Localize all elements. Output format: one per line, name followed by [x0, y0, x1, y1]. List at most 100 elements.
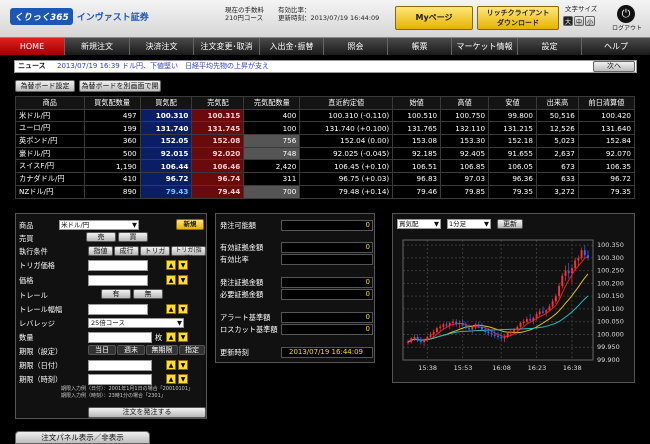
candle-body [426, 337, 429, 340]
logo[interactable]: くりっく365 インヴァスト証券 [10, 7, 149, 25]
cell: 79.35 [488, 184, 537, 199]
time-up-button[interactable]: ▲ [166, 374, 176, 384]
sell-button[interactable]: 売 [86, 232, 116, 242]
nav-close-order[interactable]: 決済注文 [130, 38, 194, 55]
nav-settings[interactable]: 設定 [518, 38, 582, 55]
period-weekend-button[interactable]: 週末 [117, 345, 145, 355]
rich-client-download-button[interactable]: リッチクライアント ダウンロード [477, 6, 559, 30]
time-down-button[interactable]: ▼ [178, 374, 188, 384]
submit-order-button[interactable]: 注文を発注する [88, 407, 206, 418]
rich-client-label-2: ダウンロード [497, 19, 539, 27]
exec-label: 執行条件 [19, 247, 48, 256]
period-date-input[interactable] [88, 360, 152, 371]
news-next-button[interactable]: 次へ [593, 61, 635, 72]
news-label: ニュース [18, 62, 46, 70]
nav-home[interactable]: HOME [0, 38, 65, 55]
col-bid: 買気配 [139, 96, 193, 110]
board-settings-button[interactable]: 為替ボード設定 [15, 80, 75, 92]
qty-down-button[interactable]: ▼ [178, 332, 188, 342]
font-size-small[interactable]: 小 [585, 16, 595, 26]
table-row[interactable]: NZドル/円 890 79.43 79.44 700 79.48 (+0.14) 79.46… [15, 184, 636, 199]
trail-width-input[interactable] [88, 304, 148, 315]
buy-button[interactable]: 買 [118, 232, 148, 242]
nav-deposit[interactable]: 入出金･振替 [260, 38, 324, 55]
board-open-window-button[interactable]: 為替ボードを別画面で開く [79, 80, 161, 100]
price-chart[interactable]: 100.350 100.300 100.250 100.200 100.150 100.1… [393, 232, 634, 382]
bid-cell[interactable]: 106.44 [139, 159, 193, 174]
ask-cell[interactable]: 79.44 [191, 184, 245, 199]
nav-reports[interactable]: 帳票 [388, 38, 452, 55]
order-margin-value: 0 [281, 277, 373, 288]
chart-interval-select[interactable]: 1分足 ▼ [447, 219, 491, 229]
date-up-button[interactable]: ▲ [166, 360, 176, 370]
power-icon[interactable]: ⏻ [617, 5, 635, 23]
nav-new-order[interactable]: 新規注文 [65, 38, 130, 55]
exec-limit-button[interactable]: 指値 [88, 246, 113, 256]
quotes-header-row: 商品 買気配数量 買気配 売気配 売気配数量 直近約定値 始値 高値 安値 出来… [15, 96, 636, 110]
candle-body [529, 319, 532, 321]
product-select[interactable]: 米ドル/円 ▼ [59, 220, 139, 230]
font-size-large[interactable]: 大 [563, 16, 573, 26]
date-down-button[interactable]: ▼ [178, 360, 188, 370]
chart-update-button[interactable]: 更新 [497, 219, 523, 229]
bid-cell[interactable]: 96.72 [139, 172, 193, 186]
trigger-up-button[interactable]: ▲ [166, 260, 176, 270]
period-time-input[interactable] [88, 374, 152, 385]
period-today-button[interactable]: 当日 [88, 345, 116, 355]
logout-label[interactable]: ログアウト [612, 25, 642, 33]
chart-side-select[interactable]: 買気配 ▼ [397, 219, 441, 229]
fee-info: 現在の手数料 210円コース [225, 6, 264, 22]
price-up-button[interactable]: ▲ [166, 275, 176, 285]
trail-up-button[interactable]: ▲ [166, 304, 176, 314]
table-row[interactable]: 英ポンド/円 360 152.05 152.08 756 152.04 (0.00) 153… [15, 134, 636, 148]
qty-input[interactable] [88, 332, 152, 343]
bid-cell[interactable]: 79.43 [139, 184, 193, 199]
ask-cell[interactable]: 96.74 [191, 172, 245, 186]
nav-order-modify[interactable]: 注文変更･取消 [194, 38, 260, 55]
ask-cell[interactable]: 106.46 [191, 159, 245, 174]
mypage-button[interactable]: Myページ [395, 6, 473, 30]
new-order-button[interactable]: 新規 [176, 219, 204, 230]
table-row[interactable]: 米ドル/円 497 100.310 100.315 400 100.310 (-0.110… [15, 108, 636, 123]
table-row[interactable]: スイスF/円 1,190 106.44 106.46 2,420 106.45 (+0.1… [15, 159, 636, 174]
bid-cell[interactable]: 131.740 [139, 121, 193, 136]
leverage-select[interactable]: 25倍コース ▼ [88, 318, 184, 328]
font-size-medium[interactable]: 中 [574, 16, 584, 26]
exec-trigger-limit-button[interactable]: トリガ(指値) [171, 246, 206, 262]
ask-cell[interactable]: 92.020 [191, 146, 245, 161]
nav-help[interactable]: ヘルプ [582, 38, 650, 55]
table-row[interactable]: カナダドル/円 410 96.72 96.74 311 96.75 (+0.03) 96.8… [15, 172, 636, 186]
table-row[interactable]: 豪ドル/円 500 92.015 92.020 748 92.025 (-0.045) 92… [15, 146, 636, 161]
period-specify-button[interactable]: 指定 [179, 345, 205, 355]
candle-body [435, 328, 438, 332]
ask-cell[interactable]: 100.315 [191, 108, 245, 123]
qty-up-button[interactable]: ▲ [166, 332, 176, 342]
trail-off-button[interactable]: 無 [133, 289, 163, 299]
news-text[interactable]: 2013/07/19 16:39 ドル円、下値堅い 日経平均先物の上昇が支え [57, 61, 269, 72]
cell: 497 [83, 108, 141, 123]
exec-market-button[interactable]: 成行 [114, 246, 139, 256]
table-row[interactable]: ユーロ/円 199 131.740 131.745 100 131.740 (+0.100… [15, 121, 636, 136]
exec-trigger-button[interactable]: トリガ [140, 246, 170, 256]
trigger-price-input[interactable] [88, 260, 148, 271]
price-down-button[interactable]: ▼ [178, 275, 188, 285]
alert-label: アラート基準額 [220, 313, 271, 322]
ask-cell[interactable]: 152.08 [191, 134, 245, 148]
price-input[interactable] [88, 275, 148, 286]
cell: 2,637 [535, 146, 579, 161]
bid-cell[interactable]: 92.015 [139, 146, 193, 161]
bid-cell[interactable]: 152.05 [139, 134, 193, 148]
trigger-down-button[interactable]: ▼ [178, 260, 188, 270]
col-last: 直近約定値 [299, 96, 394, 110]
period-indefinite-button[interactable]: 無期限 [146, 345, 178, 355]
nav-market-info[interactable]: マーケット情報 [452, 38, 518, 55]
toggle-order-panel-button[interactable]: 注文パネル表示／非表示 [15, 431, 150, 444]
candle-body [407, 342, 409, 343]
nav-inquiry[interactable]: 照会 [324, 38, 388, 55]
trail-on-button[interactable]: 有 [101, 289, 131, 299]
trail-down-button[interactable]: ▼ [178, 304, 188, 314]
bid-cell[interactable]: 100.310 [139, 108, 193, 123]
ask-cell[interactable]: 131.745 [191, 121, 245, 136]
cell: 131.765 [392, 121, 442, 136]
cell: 748 [243, 146, 301, 161]
